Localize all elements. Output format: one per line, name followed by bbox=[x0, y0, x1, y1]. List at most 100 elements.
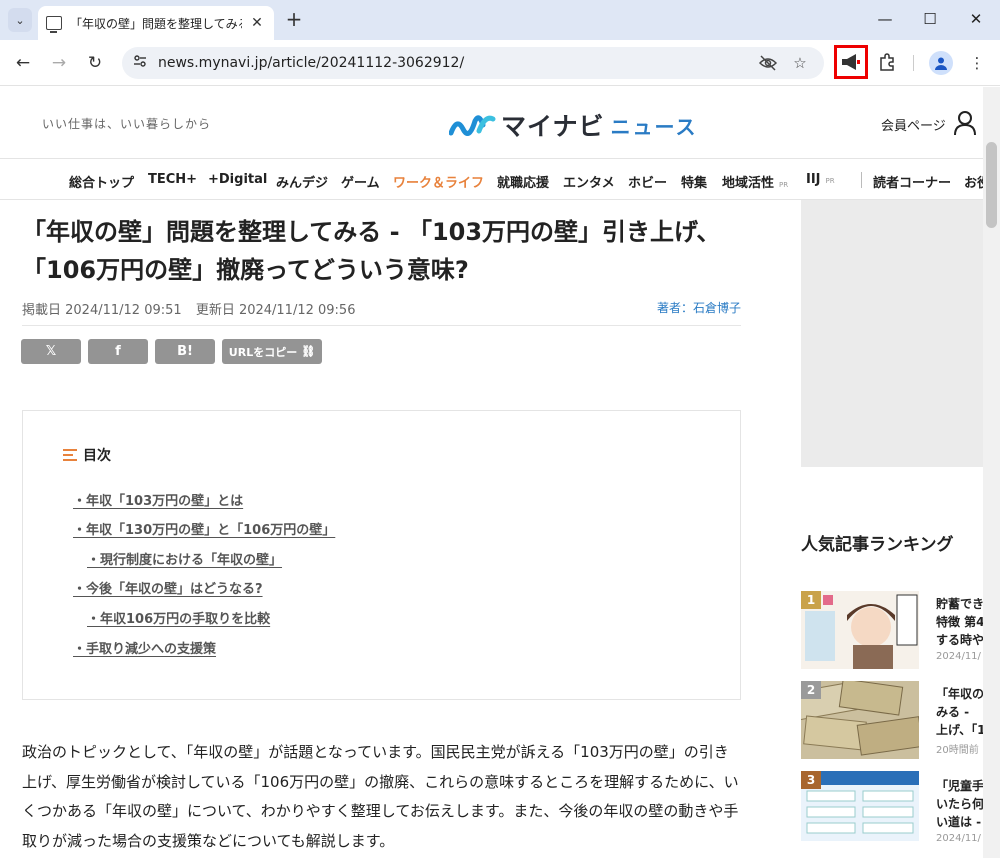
ranking-thumbnail-3[interactable]: 3 bbox=[801, 771, 919, 841]
toolbar-divider bbox=[913, 55, 914, 71]
category-nav: 総合トップ TECH+ +Digital みんデジ ゲーム ワーク＆ライフ 就職… bbox=[0, 160, 983, 200]
logo-main-text: マイナビ bbox=[501, 112, 605, 141]
list-icon bbox=[63, 449, 77, 461]
forward-button[interactable]: → bbox=[46, 50, 72, 76]
nav-item-digital[interactable]: +Digital bbox=[208, 172, 267, 187]
new-tab-button[interactable]: + bbox=[283, 8, 305, 32]
site-logo[interactable]: マイナビ ニュース bbox=[449, 107, 698, 143]
ranking-date-3: 2024/11/ bbox=[936, 833, 981, 844]
ranking-thumbnail-2[interactable]: 2 bbox=[801, 681, 919, 759]
rank-badge: 1 bbox=[801, 591, 821, 609]
kebab-menu-icon[interactable]: ⋮ bbox=[966, 52, 988, 74]
address-bar[interactable]: news.mynavi.jp/article/20241112-3062912/… bbox=[122, 47, 824, 79]
chevron-down-icon: ⌄ bbox=[15, 13, 25, 27]
link-icon: ⛓ bbox=[301, 345, 316, 358]
ranking-headline-3-text: 「児童手 いたら何 い道は - bbox=[936, 779, 983, 829]
hatena-bookmark-icon: B! bbox=[177, 344, 193, 359]
nav-item-job[interactable]: 就職応援 bbox=[497, 172, 549, 191]
article-dates: 掲載日 2024/11/12 09:51 更新日 2024/11/12 09:5… bbox=[22, 299, 355, 318]
rank-badge: 3 bbox=[801, 771, 821, 789]
tab-search-button[interactable]: ⌄ bbox=[8, 8, 32, 32]
share-facebook-button[interactable]: f bbox=[88, 339, 148, 364]
copy-url-label: URLをコピー bbox=[228, 345, 298, 359]
ranking-date-2: 20時間前 bbox=[936, 745, 979, 756]
ranking-headline-1-text: 貯蓄でき 特徴 第4 する時や bbox=[936, 597, 983, 647]
table-of-contents: 目次 ・年収「103万円の壁」とは ・年収「130万円の壁」と「106万円の壁」… bbox=[22, 410, 741, 700]
nav-item-tech[interactable]: TECH+ bbox=[148, 172, 197, 187]
arrow-left-icon: ← bbox=[15, 53, 31, 73]
monitor-icon bbox=[46, 16, 62, 33]
site-info-icon[interactable] bbox=[130, 53, 150, 73]
toc-header: 目次 bbox=[63, 445, 111, 465]
facebook-icon: f bbox=[115, 344, 121, 359]
scrollbar-thumb[interactable] bbox=[986, 142, 997, 228]
nav-item-readers[interactable]: 読者コーナー bbox=[873, 172, 951, 191]
ranking-thumbnail-1[interactable]: 1 bbox=[801, 591, 919, 669]
nav-item-mindeji[interactable]: みんデジ bbox=[276, 172, 328, 191]
author-link[interactable]: 著者：石倉博子 bbox=[657, 299, 741, 316]
close-tab-icon[interactable]: ✕ bbox=[248, 15, 266, 31]
tab-title: 「年収の壁」問題を整理してみる - 「103万円の壁」引き上げ bbox=[70, 16, 242, 31]
pr-badge: PR bbox=[779, 181, 789, 189]
toc-title: 目次 bbox=[83, 448, 111, 464]
ranking-headline-3[interactable]: 「児童手 いたら何 い道は - bbox=[936, 777, 983, 831]
article-body-paragraph: 政治のトピックとして、「年収の壁」が話題となっています。国民民主党が訴える「10… bbox=[22, 743, 739, 850]
nav-item-top[interactable]: 総合トップ bbox=[69, 172, 134, 191]
copy-url-button[interactable]: URLをコピー ⛓ bbox=[222, 339, 322, 364]
ranking-headline-2[interactable]: 「年収の みる - 上げ、「1 bbox=[936, 685, 983, 739]
minimize-button[interactable]: — bbox=[870, 8, 900, 32]
toc-link-compare[interactable]: ・年収106万円の手取りを比較 bbox=[87, 608, 270, 627]
tab-strip: ⌄ 「年収の壁」問題を整理してみる - 「103万円の壁」引き上げ ✕ + — … bbox=[0, 0, 1000, 40]
article-title: 「年収の壁」問題を整理してみる - 「103万円の壁」引き上げ、「106万円の壁… bbox=[22, 218, 721, 284]
url-text[interactable]: news.mynavi.jp/article/20241112-3062912/ bbox=[158, 47, 464, 79]
nav-item-game[interactable]: ゲーム bbox=[341, 172, 380, 191]
star-icon[interactable]: ☆ bbox=[790, 53, 810, 73]
nav-item-more[interactable]: お役 bbox=[964, 172, 983, 191]
browser-tab[interactable]: 「年収の壁」問題を整理してみる - 「103万円の壁」引き上げ ✕ bbox=[38, 6, 274, 40]
ranking-date-1: 2024/11/ bbox=[936, 651, 981, 662]
page-scrollbar[interactable] bbox=[983, 87, 1000, 858]
meta-divider bbox=[22, 325, 741, 326]
extensions-puzzle-icon[interactable] bbox=[876, 52, 898, 74]
arrow-right-icon: → bbox=[51, 53, 67, 73]
nav-item-iij[interactable]: IIJ PR bbox=[806, 172, 835, 187]
nav-item-iij-label: IIJ bbox=[806, 172, 821, 187]
ranking-headline-2-text: 「年収の みる - 上げ、「1 bbox=[936, 687, 983, 737]
back-button[interactable]: ← bbox=[10, 50, 36, 76]
toc-link-current-system[interactable]: ・現行制度における「年収の壁」 bbox=[87, 549, 282, 568]
nav-item-hobby[interactable]: ホビー bbox=[628, 172, 667, 191]
ad-placeholder bbox=[801, 200, 983, 467]
reload-button[interactable]: ↻ bbox=[82, 50, 108, 76]
nav-item-regional-label: 地域活性 bbox=[722, 176, 775, 191]
logo-news-text: ニュース bbox=[610, 114, 698, 139]
close-window-button[interactable]: ✕ bbox=[961, 8, 991, 32]
browser-toolbar: ← → ↻ news.mynavi.jp/article/20241112-30… bbox=[0, 40, 1000, 86]
page-viewport: いい仕事は、いい暮らしから マイナビ ニュース 会員ページ 総合トップ TECH… bbox=[0, 87, 983, 858]
nav-divider bbox=[861, 172, 862, 188]
share-hatena-button[interactable]: B! bbox=[155, 339, 215, 364]
toc-link-130-106[interactable]: ・年収「130万円の壁」と「106万円の壁」 bbox=[73, 519, 335, 538]
nav-item-work-life[interactable]: ワーク＆ライフ bbox=[393, 172, 484, 191]
toc-link-future[interactable]: ・今後「年収の壁」はどうなる? bbox=[73, 578, 263, 597]
profile-avatar-icon[interactable] bbox=[929, 51, 953, 75]
x-logo-icon: 𝕏 bbox=[45, 344, 57, 359]
nav-item-entame[interactable]: エンタメ bbox=[563, 172, 615, 191]
rank-badge: 2 bbox=[801, 681, 821, 699]
maximize-button[interactable]: ☐ bbox=[915, 8, 945, 32]
nav-item-regional[interactable]: 地域活性 PR bbox=[722, 172, 788, 191]
megaphone-extension-button[interactable] bbox=[834, 45, 868, 79]
member-page-link[interactable]: 会員ページ bbox=[881, 115, 946, 134]
user-icon[interactable] bbox=[953, 110, 977, 136]
reload-icon: ↻ bbox=[87, 53, 103, 73]
megaphone-icon bbox=[842, 54, 860, 70]
site-header: いい仕事は、いい暮らしから マイナビ ニュース 会員ページ bbox=[0, 87, 983, 159]
updated-date: 更新日 2024/11/12 09:56 bbox=[195, 303, 356, 318]
ranking-headline-1[interactable]: 貯蓄でき 特徴 第4 する時や bbox=[936, 595, 983, 649]
toc-link-103[interactable]: ・年収「103万円の壁」とは bbox=[73, 490, 243, 509]
eye-off-icon[interactable] bbox=[758, 53, 778, 73]
published-date: 掲載日 2024/11/12 09:51 bbox=[22, 303, 182, 318]
ranking-title: 人気記事ランキング bbox=[801, 535, 954, 555]
nav-item-feature[interactable]: 特集 bbox=[681, 172, 707, 191]
share-x-button[interactable]: 𝕏 bbox=[21, 339, 81, 364]
toc-link-support[interactable]: ・手取り減少への支援策 bbox=[73, 638, 216, 657]
